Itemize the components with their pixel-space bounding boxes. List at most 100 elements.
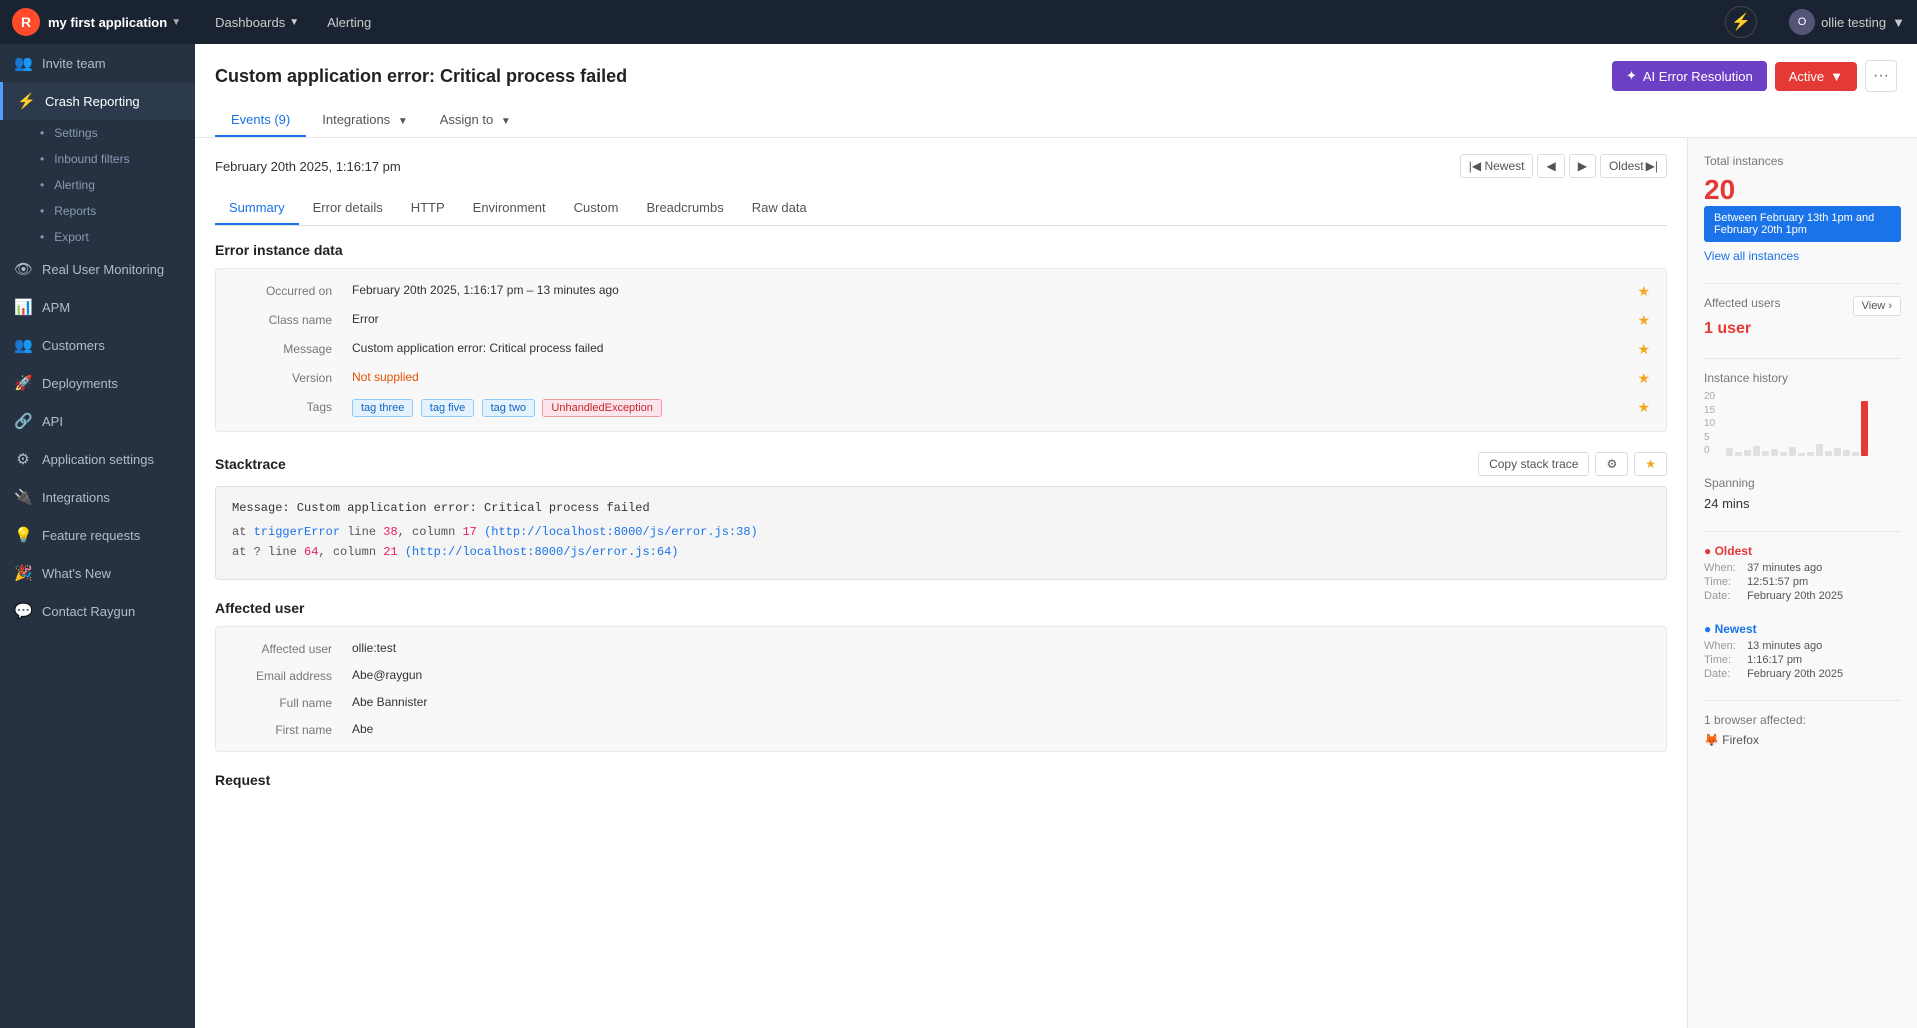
chart-label-5: 5 [1704,432,1715,443]
sidebar-app-settings[interactable]: ⚙ Application settings [0,440,195,478]
feature-requests-icon: 💡 [14,526,32,544]
user-row-affected: Affected user ollie:test [216,635,1666,662]
sidebar-sub-inbound-filters[interactable]: Inbound filters [40,146,195,172]
bar-14 [1843,450,1850,456]
sidebar-sub-reports[interactable]: Reports [40,198,195,224]
sidebar-sub-alerting[interactable]: Alerting [40,172,195,198]
affected-user-table: Affected user ollie:test Email address A… [215,626,1667,752]
bar-8 [1789,447,1796,456]
tab-assign-to[interactable]: Assign to ▼ [424,104,527,137]
nav-first-button[interactable]: |◀ Newest [1460,154,1534,178]
ellipsis-icon: ··· [1873,67,1889,85]
stacktrace-title: Stacktrace [215,456,286,472]
tag-three: tag three [352,399,413,417]
content-tab-http[interactable]: HTTP [397,192,459,225]
bar-12 [1825,451,1832,456]
sidebar-rum[interactable]: 👁 Real User Monitoring [0,250,195,288]
integrations-icon: 🔌 [14,488,32,506]
occurred-star[interactable]: ★ [1637,283,1650,300]
page-title: Custom application error: Critical proce… [215,66,627,87]
copy-stacktrace-button[interactable]: Copy stack trace [1478,452,1589,476]
content-tab-environment[interactable]: Environment [459,192,560,225]
main-layout: 👥 Invite team ⚡ Crash Reporting Settings… [0,44,1917,1028]
page-header-actions: ✦ AI Error Resolution Active ▼ ··· [1612,60,1897,92]
class-star[interactable]: ★ [1637,312,1650,329]
sidebar-customers[interactable]: 👥 Customers [0,326,195,364]
content-tab-error-details[interactable]: Error details [299,192,397,225]
sidebar-whats-new[interactable]: 🎉 What's New [0,554,195,592]
center-content: February 20th 2025, 1:16:17 pm |◀ Newest… [195,138,1687,1028]
sidebar-apm[interactable]: 📊 APM [0,288,195,326]
rp-instance-history: Instance history [1704,371,1901,456]
rp-oldest-time: Time: 12:51:57 pm [1704,576,1901,588]
message-star[interactable]: ★ [1637,341,1650,358]
rp-divider-4 [1704,700,1901,701]
content-tab-custom[interactable]: Custom [560,192,633,225]
rp-newest-time: Time: 1:16:17 pm [1704,654,1901,666]
sidebar-integrations[interactable]: 🔌 Integrations [0,478,195,516]
active-status-button[interactable]: Active ▼ [1775,62,1857,91]
rp-view-all-link[interactable]: View all instances [1704,249,1799,263]
page-header-top: Custom application error: Critical proce… [215,60,1897,92]
rp-newest: ● Newest When: 13 minutes ago Time: 1:16… [1704,622,1901,680]
more-options-button[interactable]: ··· [1865,60,1897,92]
tag-two: tag two [482,399,535,417]
content-tab-summary[interactable]: Summary [215,192,299,225]
stacktrace-settings-button[interactable]: ⚙ [1595,452,1628,476]
nav-prev-button[interactable]: ◀ [1537,154,1564,178]
rp-date-range-button[interactable]: Between February 13th 1pm and February 2… [1704,206,1901,242]
dashboards-chevron: ▼ [289,17,299,28]
nav-alerting[interactable]: Alerting [317,15,381,30]
content-tab-breadcrumbs[interactable]: Breadcrumbs [632,192,737,225]
nav-next-button[interactable]: ▶ [1569,154,1596,178]
version-value[interactable]: Not supplied [352,370,1637,384]
ai-error-resolution-button[interactable]: ✦ AI Error Resolution [1612,61,1767,91]
app-name-chevron: ▼ [171,17,181,28]
sidebar-deployments[interactable]: 🚀 Deployments [0,364,195,402]
sidebar-sub-export[interactable]: Export [40,224,195,250]
rp-divider-3 [1704,531,1901,532]
app-settings-icon: ⚙ [14,450,32,468]
rp-view-button[interactable]: View › [1853,296,1901,316]
chart-label-15: 15 [1704,405,1715,416]
error-instance-table: Occurred on February 20th 2025, 1:16:17 … [215,268,1667,432]
contact-icon: 💬 [14,602,32,620]
sidebar-contact[interactable]: 💬 Contact Raygun [0,592,195,630]
rp-oldest-date: Date: February 20th 2025 [1704,590,1901,602]
rp-affected-label: Affected users [1704,296,1781,310]
nav-oldest-button[interactable]: Oldest ▶| [1600,154,1667,178]
tab-events[interactable]: Events (9) [215,104,306,137]
sidebar-sub-settings[interactable]: Settings [40,120,195,146]
message-value: Custom application error: Critical proce… [352,341,1637,355]
trigger-error-func: triggerError [254,525,340,539]
user-menu[interactable]: O ollie testing ▼ [1789,9,1905,35]
api-icon: 🔗 [14,412,32,430]
integrations-tab-chevron: ▼ [398,116,408,127]
app-name-label: my first application [48,15,167,30]
rp-oldest-dot: ● Oldest [1704,544,1901,558]
data-row-tags: Tags tag three tag five tag two Unhandle… [216,393,1666,423]
whats-new-icon: 🎉 [14,564,32,582]
app-name-dropdown[interactable]: my first application ▼ [48,15,181,30]
bar-2 [1735,452,1742,456]
content-area: Custom application error: Critical proce… [195,44,1917,1028]
sidebar-feature-requests[interactable]: 💡 Feature requests [0,516,195,554]
content-tab-raw-data[interactable]: Raw data [738,192,821,225]
version-star[interactable]: ★ [1637,370,1650,387]
tag-five: tag five [421,399,474,417]
message-label: Message [232,341,352,356]
fullname-val: Abe Bannister [352,695,1650,709]
stacktrace-star-button[interactable]: ★ [1634,452,1667,476]
sidebar-api[interactable]: 🔗 API [0,402,195,440]
nav-dashboards[interactable]: Dashboards ▼ [205,15,309,30]
firefox-icon: 🦊 [1704,733,1719,747]
rp-oldest: ● Oldest When: 37 minutes ago Time: 12:5… [1704,544,1901,602]
sidebar-invite-team[interactable]: 👥 Invite team [0,44,195,82]
rp-newest-when: When: 13 minutes ago [1704,640,1901,652]
sidebar-crash-reporting[interactable]: ⚡ Crash Reporting [0,82,195,120]
tab-integrations[interactable]: Integrations ▼ [306,104,423,137]
rp-spanning-value: 24 mins [1704,496,1901,511]
bar-4 [1753,446,1760,456]
lightning-button[interactable]: ⚡ [1725,6,1757,38]
tags-star[interactable]: ★ [1637,399,1650,416]
